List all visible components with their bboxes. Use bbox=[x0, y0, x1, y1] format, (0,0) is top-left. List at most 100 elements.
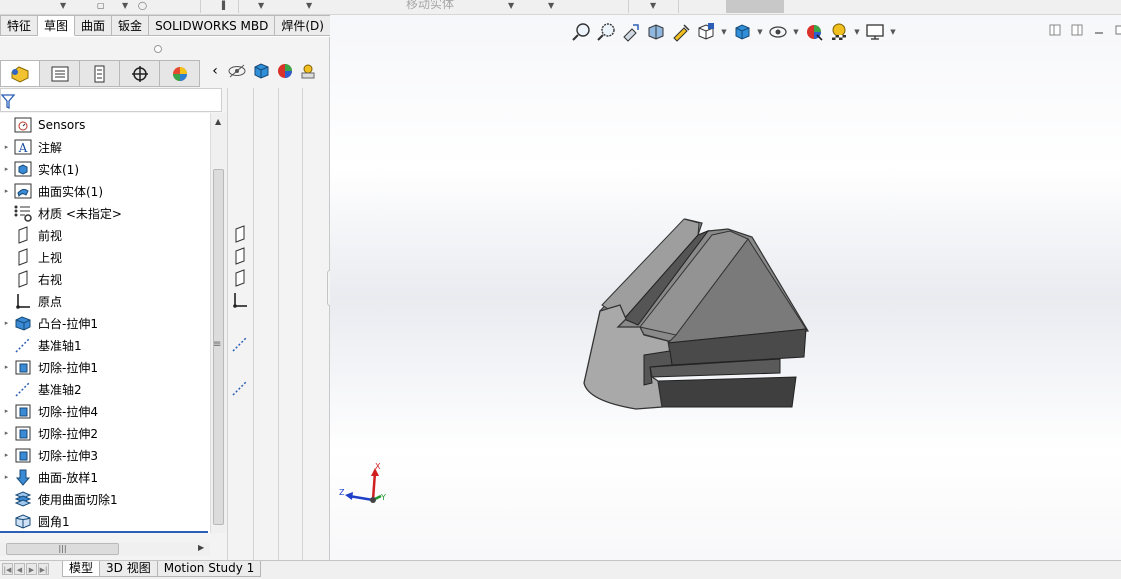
tree-item-fillet1[interactable]: 圆角1 bbox=[0, 510, 210, 532]
chevron-down-icon[interactable]: ▼ bbox=[792, 28, 800, 36]
tile-left-icon[interactable] bbox=[1049, 24, 1061, 36]
tree-item-cut-extrude3[interactable]: ▸ 切除-拉伸3 bbox=[0, 444, 210, 466]
chevron-down-icon[interactable]: ▼ bbox=[548, 1, 554, 10]
tree-item-sensors[interactable]: Sensors bbox=[0, 114, 210, 136]
toolbar-icon[interactable]: ▢ bbox=[97, 1, 105, 10]
chevron-down-icon[interactable]: ▼ bbox=[756, 28, 764, 36]
tree-item-surface-loft1[interactable]: ▸ 曲面-放样1 bbox=[0, 466, 210, 488]
feature-manager-tab[interactable] bbox=[0, 60, 40, 87]
edit-appearance-button[interactable] bbox=[803, 21, 825, 43]
zoom-to-area-button[interactable] bbox=[595, 21, 617, 43]
hide-show-icon[interactable] bbox=[227, 62, 247, 80]
triad-x-label: X bbox=[375, 462, 381, 471]
chevron-down-icon[interactable]: ▼ bbox=[720, 28, 728, 36]
tab-weldments[interactable]: 焊件(D) bbox=[275, 15, 331, 36]
display-style-icon[interactable] bbox=[251, 62, 271, 80]
tab-3d-views[interactable]: 3D 视图 bbox=[99, 561, 158, 577]
tab-model[interactable]: 模型 bbox=[62, 561, 101, 577]
toolbar-highlight[interactable] bbox=[726, 0, 784, 13]
chevron-down-icon[interactable]: ▼ bbox=[853, 28, 861, 36]
tree-horizontal-scrollbar[interactable]: ||| ▶ bbox=[0, 542, 210, 556]
view-orientation-button[interactable] bbox=[695, 21, 717, 43]
tile-right-icon[interactable] bbox=[1071, 24, 1083, 36]
tree-item-surface-bodies[interactable]: ▸ 曲面实体(1) bbox=[0, 180, 210, 202]
panel-splitter[interactable] bbox=[154, 45, 162, 53]
maximize-icon[interactable] bbox=[1115, 24, 1121, 36]
first-tab-icon[interactable]: |◀ bbox=[2, 563, 13, 575]
move-entities-label[interactable]: 移动实体 bbox=[406, 0, 454, 12]
expand-icon[interactable]: ▸ bbox=[0, 451, 13, 459]
next-tab-icon[interactable]: ▶ bbox=[26, 563, 37, 575]
scroll-right-icon[interactable]: ▶ bbox=[198, 543, 204, 552]
annotation-icon: A bbox=[14, 139, 32, 155]
filter-icon[interactable] bbox=[1, 92, 15, 110]
reference-triad[interactable]: X Z Y bbox=[335, 462, 395, 510]
scene-icon[interactable] bbox=[299, 62, 317, 80]
toolbar-icon[interactable]: ▌ bbox=[222, 1, 228, 10]
plane-icon bbox=[235, 269, 245, 287]
tree-item-origin[interactable]: 原点 bbox=[0, 290, 210, 312]
tree-item-top-plane[interactable]: 上视 bbox=[0, 246, 210, 268]
tree-item-surface-cut1[interactable]: 使用曲面切除1 bbox=[0, 488, 210, 510]
dimxpert-manager-tab[interactable] bbox=[120, 60, 160, 87]
chevron-down-icon[interactable]: ▼ bbox=[306, 1, 312, 10]
tree-item-cut-extrude2[interactable]: ▸ 切除-拉伸2 bbox=[0, 422, 210, 444]
chevron-down-icon[interactable]: ▼ bbox=[650, 1, 656, 10]
part-model[interactable] bbox=[580, 215, 820, 415]
tree-item-cut-extrude1[interactable]: ▸ 切除-拉伸1 bbox=[0, 356, 210, 378]
tab-mbd[interactable]: SOLIDWORKS MBD bbox=[149, 15, 276, 36]
appearance-icon[interactable] bbox=[275, 62, 295, 80]
tree-item-cut-extrude4[interactable]: ▸ 切除-拉伸4 bbox=[0, 400, 210, 422]
tab-surfaces[interactable]: 曲面 bbox=[75, 15, 113, 36]
previous-tab-icon[interactable]: ◀ bbox=[14, 563, 25, 575]
tree-vertical-scrollbar[interactable]: ▲ bbox=[210, 113, 227, 533]
last-tab-icon[interactable]: ▶| bbox=[38, 563, 49, 575]
property-manager-tab[interactable] bbox=[40, 60, 80, 87]
chevron-down-icon[interactable]: ▼ bbox=[889, 28, 897, 36]
chevron-down-icon[interactable]: ▼ bbox=[122, 1, 128, 10]
section-view-button[interactable] bbox=[645, 21, 667, 43]
tree-item-material[interactable]: 材质 <未指定> bbox=[0, 202, 210, 224]
tab-sheet-metal[interactable]: 钣金 bbox=[112, 15, 150, 36]
expand-icon[interactable]: ▸ bbox=[0, 429, 13, 437]
panel-grip-icon[interactable]: ≡ bbox=[213, 339, 221, 350]
dynamic-annotation-button[interactable] bbox=[670, 21, 692, 43]
expand-icon[interactable]: ▸ bbox=[0, 187, 13, 195]
hide-show-items-button[interactable] bbox=[767, 21, 789, 43]
zoom-to-fit-button[interactable] bbox=[570, 21, 592, 43]
tab-features[interactable]: 特征 bbox=[0, 15, 39, 36]
expand-icon[interactable]: ▸ bbox=[0, 473, 13, 481]
expand-icon[interactable]: ▸ bbox=[0, 165, 13, 173]
filter-bar[interactable] bbox=[0, 88, 222, 112]
tree-item-annotations[interactable]: ▸ A 注解 bbox=[0, 136, 210, 158]
toolbar-icon[interactable]: ◯ bbox=[138, 1, 147, 10]
tree-item-axis1[interactable]: 基准轴1 bbox=[0, 334, 210, 356]
scrollbar-thumb[interactable]: ||| bbox=[6, 543, 119, 555]
scroll-up-icon[interactable]: ▲ bbox=[215, 117, 221, 126]
tree-item-front-plane[interactable]: 前视 bbox=[0, 224, 210, 246]
chevron-down-icon[interactable]: ▼ bbox=[60, 1, 66, 10]
chevron-down-icon[interactable]: ▼ bbox=[258, 1, 264, 10]
display-manager-tab[interactable] bbox=[160, 60, 200, 87]
expand-icon[interactable]: ▸ bbox=[0, 363, 13, 371]
chevron-down-icon[interactable]: ▼ bbox=[508, 1, 514, 10]
chevron-left-icon[interactable]: ‹ bbox=[207, 63, 223, 79]
graphics-area[interactable]: ▼ ▼ ▼ ▼ ▼ X Z Y bbox=[330, 15, 1121, 560]
tree-item-solid-bodies[interactable]: ▸ 实体(1) bbox=[0, 158, 210, 180]
expand-icon[interactable]: ▸ bbox=[0, 143, 13, 151]
tree-item-axis2[interactable]: 基准轴2 bbox=[0, 378, 210, 400]
configuration-manager-tab[interactable] bbox=[80, 60, 120, 87]
display-style-button[interactable] bbox=[731, 21, 753, 43]
expand-icon[interactable]: ▸ bbox=[0, 407, 13, 415]
apply-scene-button[interactable] bbox=[828, 21, 850, 43]
tab-sketch[interactable]: 草图 bbox=[38, 15, 76, 36]
previous-view-button[interactable] bbox=[620, 21, 642, 43]
tab-motion-study[interactable]: Motion Study 1 bbox=[156, 561, 262, 577]
minimize-icon[interactable] bbox=[1093, 24, 1105, 36]
expand-icon[interactable]: ▸ bbox=[0, 319, 13, 327]
tree-item-right-plane[interactable]: 右视 bbox=[0, 268, 210, 290]
tree-item-boss-extrude1[interactable]: ▸ 凸台-拉伸1 bbox=[0, 312, 210, 334]
view-settings-button[interactable] bbox=[864, 21, 886, 43]
axis-icon bbox=[232, 336, 248, 352]
rollback-bar[interactable] bbox=[0, 531, 208, 533]
